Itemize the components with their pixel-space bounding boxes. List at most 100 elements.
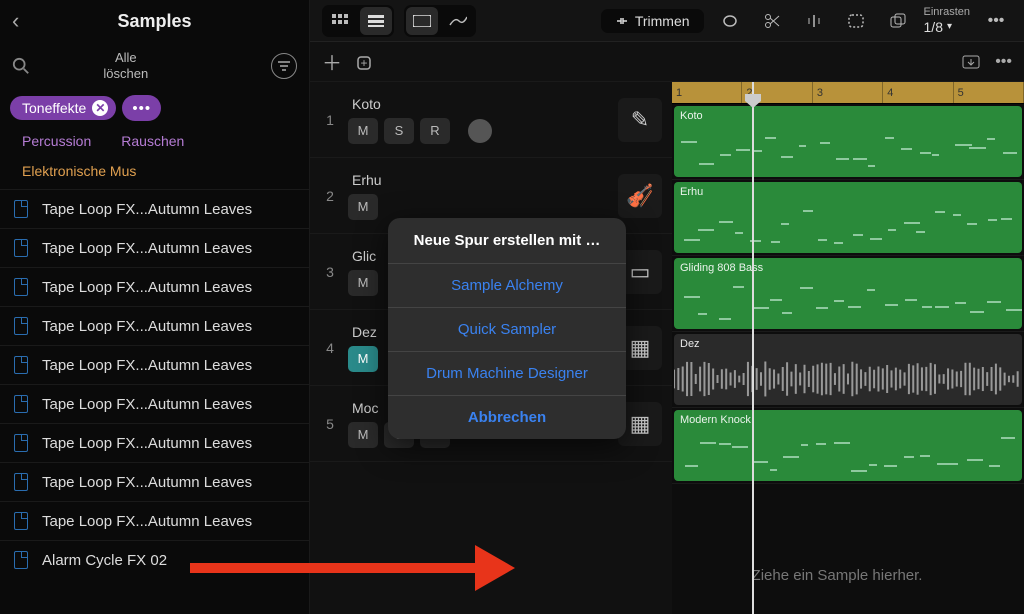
add-track-icon[interactable]: ＋ — [322, 47, 342, 76]
ruler[interactable]: 12345 — [672, 82, 1024, 104]
sub-tag[interactable]: Percussion — [10, 129, 103, 153]
sample-name: Tape Loop FX...Autumn Leaves — [42, 396, 252, 413]
ruler-mark[interactable]: 1 — [672, 82, 742, 103]
sample-name: Tape Loop FX...Autumn Leaves — [42, 279, 252, 296]
duplicate-track-icon[interactable]: + — [356, 53, 376, 71]
sample-list: Tape Loop FX...Autumn Leaves Tape Loop FX… — [0, 189, 309, 614]
remove-tag-icon[interactable]: ✕ — [92, 100, 108, 116]
file-icon — [14, 473, 28, 491]
popup-option[interactable]: Drum Machine Designer — [388, 352, 626, 396]
list-item[interactable]: Tape Loop FX...Autumn Leaves — [0, 228, 309, 267]
region-row: Erhu — [672, 180, 1024, 256]
grid-view-icon[interactable] — [324, 7, 356, 35]
list-item[interactable]: Tape Loop FX...Autumn Leaves — [0, 189, 309, 228]
samples-sidebar: ‹ Samples Alle löschen Toneffekte ✕ ••• — [0, 0, 310, 614]
active-tag[interactable]: Toneffekte ✕ — [10, 96, 116, 120]
file-icon — [14, 200, 28, 218]
track-name: Koto — [348, 96, 610, 112]
file-icon — [14, 512, 28, 530]
sample-name: Tape Loop FX...Autumn Leaves — [42, 474, 252, 491]
select-icon[interactable] — [840, 7, 872, 35]
ruler-mark[interactable]: 3 — [813, 82, 883, 103]
sample-name: Tape Loop FX...Autumn Leaves — [42, 435, 252, 452]
popup-cancel[interactable]: Abbrechen — [388, 396, 626, 439]
sample-name: Alarm Cycle FX 02 — [42, 552, 167, 569]
sample-name: Tape Loop FX...Autumn Leaves — [42, 201, 252, 218]
search-icon[interactable] — [12, 57, 36, 75]
loop-icon[interactable] — [714, 7, 746, 35]
track-number: 5 — [320, 416, 340, 432]
region-row: Koto — [672, 104, 1024, 180]
instrument-icon[interactable]: 🎻 — [618, 174, 662, 218]
popup-option[interactable]: Sample Alchemy — [388, 264, 626, 308]
region[interactable]: Dez — [674, 334, 1022, 405]
scissors-icon[interactable] — [756, 7, 788, 35]
mute-button[interactable]: M — [348, 194, 378, 220]
track-number: 1 — [320, 112, 340, 128]
file-icon — [14, 239, 28, 257]
track-number: 4 — [320, 340, 340, 356]
trim-button[interactable]: Trimmen — [601, 9, 704, 33]
file-icon — [14, 551, 28, 569]
sub-tag[interactable]: Elektronische Mus — [10, 159, 148, 183]
list-view-icon[interactable] — [360, 7, 392, 35]
track-name: Erhu — [348, 172, 610, 188]
track-number: 2 — [320, 188, 340, 204]
region-row: Modern Knock — [672, 408, 1024, 484]
sample-name: Tape Loop FX...Autumn Leaves — [42, 357, 252, 374]
list-item[interactable]: Tape Loop FX...Autumn Leaves — [0, 423, 309, 462]
list-item[interactable]: Tape Loop FX...Autumn Leaves — [0, 501, 309, 540]
region[interactable]: Koto — [674, 106, 1022, 177]
region-row: Gliding 808 Bass — [672, 256, 1024, 332]
import-icon[interactable] — [961, 54, 981, 70]
record-button[interactable]: R — [420, 118, 450, 144]
clear-all-button[interactable]: Alle löschen — [103, 50, 148, 81]
instrument-icon[interactable]: ✎ — [618, 98, 662, 142]
back-button[interactable]: ‹ — [12, 8, 36, 34]
file-icon — [14, 278, 28, 296]
list-item[interactable]: Tape Loop FX...Autumn Leaves — [0, 384, 309, 423]
sidebar-title: Samples — [36, 11, 273, 32]
region[interactable]: Modern Knock — [674, 410, 1022, 481]
region[interactable]: Gliding 808 Bass — [674, 258, 1022, 329]
region-view-icon[interactable] — [406, 7, 438, 35]
track-toolbar: ＋ + ••• — [310, 42, 1024, 82]
list-item[interactable]: Tape Loop FX...Autumn Leaves — [0, 306, 309, 345]
more-icon[interactable]: ••• — [980, 7, 1012, 35]
mute-button[interactable]: M — [348, 422, 378, 448]
copy-icon[interactable] — [882, 7, 914, 35]
split-icon[interactable] — [798, 7, 830, 35]
drop-hint: Ziehe ein Sample hierher. — [690, 567, 984, 584]
sub-tag[interactable]: Rauschen — [109, 129, 196, 153]
list-item[interactable]: Alarm Cycle FX 02 — [0, 540, 309, 579]
popup-option[interactable]: Quick Sampler — [388, 308, 626, 352]
track-header[interactable]: 1 Koto MSR ✎ — [310, 82, 672, 158]
filter-menu-icon[interactable] — [271, 53, 297, 79]
mute-button[interactable]: M — [348, 270, 378, 296]
snap-setting[interactable]: Einrasten 1/8▾ — [924, 6, 970, 36]
region[interactable]: Erhu — [674, 182, 1022, 253]
ruler-mark[interactable]: 4 — [883, 82, 953, 103]
solo-button[interactable]: S — [384, 118, 414, 144]
file-icon — [14, 434, 28, 452]
track-number: 3 — [320, 264, 340, 280]
region-row: Dez — [672, 332, 1024, 408]
sample-name: Tape Loop FX...Autumn Leaves — [42, 513, 252, 530]
new-track-popup: Neue Spur erstellen mit … Sample Alchemy… — [388, 218, 626, 439]
pan-knob[interactable] — [468, 119, 492, 143]
file-icon — [14, 356, 28, 374]
list-item[interactable]: Tape Loop FX...Autumn Leaves — [0, 462, 309, 501]
list-item[interactable]: Tape Loop FX...Autumn Leaves — [0, 345, 309, 384]
track-more-icon[interactable]: ••• — [995, 53, 1012, 71]
mute-button[interactable]: M — [348, 346, 378, 372]
ruler-mark[interactable]: 5 — [954, 82, 1024, 103]
automation-view-icon[interactable] — [442, 7, 474, 35]
timeline[interactable]: 12345 KotoErhuGliding 808 BassDezModern … — [672, 82, 1024, 614]
playhead[interactable] — [752, 82, 754, 614]
mute-button[interactable]: M — [348, 118, 378, 144]
list-item[interactable]: Tape Loop FX...Autumn Leaves — [0, 267, 309, 306]
sample-name: Tape Loop FX...Autumn Leaves — [42, 240, 252, 257]
file-icon — [14, 317, 28, 335]
popup-title: Neue Spur erstellen mit … — [388, 218, 626, 264]
tag-more-button[interactable]: ••• — [122, 95, 161, 121]
